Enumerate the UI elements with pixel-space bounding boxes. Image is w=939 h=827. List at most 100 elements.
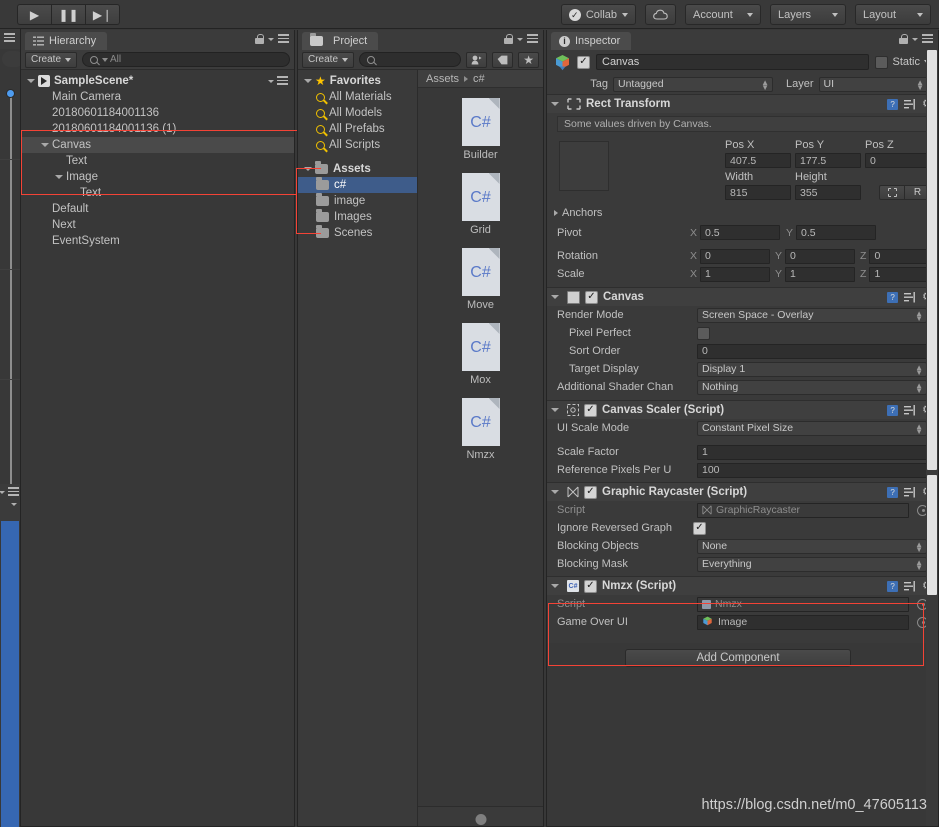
favorite-item[interactable]: All Models [298,105,417,121]
favorite-item[interactable]: All Materials [298,89,417,105]
asset-item[interactable]: C# Nmzx [418,398,543,461]
lock-icon[interactable] [899,34,908,45]
inspector-tab-icons[interactable] [899,34,933,45]
pixel-perfect-checkbox[interactable] [697,326,710,340]
chevron-down-icon[interactable] [551,295,559,299]
canvas-enabled-checkbox[interactable]: ✓ [585,290,598,304]
layout-button[interactable]: Layout [855,4,931,25]
pivot-x-field[interactable]: 0.5 [700,225,781,240]
help-icon[interactable]: ? [887,580,899,592]
lock-icon[interactable] [255,34,264,45]
help-icon[interactable]: ? [887,404,899,416]
slider-handle-top[interactable] [6,89,15,98]
hierarchy-item[interactable]: EventSystem [21,233,294,249]
asset-item[interactable]: C# Builder [418,98,543,161]
assets-root[interactable]: Assets [298,161,417,177]
tab-inspector[interactable]: i Inspector [551,32,632,50]
hierarchy-item[interactable]: Next [21,217,294,233]
left-strip-tab-icons[interactable] [0,33,15,44]
chevron-down-icon[interactable] [551,102,559,106]
asset-item[interactable]: C# Grid [418,173,543,236]
chevron-down-icon[interactable] [551,584,559,588]
hierarchy-item[interactable]: Main Camera [21,89,294,105]
chevron-down-icon[interactable] [27,79,35,83]
asset-item[interactable]: C# Move [418,248,543,311]
width-field[interactable]: 815 [725,185,791,200]
component-header[interactable]: ✓ Canvas Scaler (Script) ? ⚙ [547,401,938,419]
layers-button[interactable]: Layers [770,4,846,25]
hierarchy-item[interactable]: Canvas [21,137,294,153]
breadcrumb-current[interactable]: c# [473,73,485,85]
script-object-field[interactable]: GraphicRaycaster [697,502,909,518]
gameobject-name-field[interactable]: Canvas [596,54,870,70]
sort-order-field[interactable]: 0 [697,343,927,359]
anchor-preset-box[interactable] [559,141,609,191]
hierarchy-create-button[interactable]: Create [25,51,78,68]
preset-icon[interactable] [904,580,916,592]
tag-dropdown[interactable]: Untagged ▲ ▼ [613,76,773,92]
component-header[interactable]: ✓ Graphic Raycaster (Script) ? ⚙ [547,483,938,501]
hierarchy-scene-root[interactable]: SampleScene* [21,73,294,89]
hierarchy-item[interactable]: 20180601184001136 (1) [21,121,294,137]
component-header[interactable]: C# ✓ Nmzx (Script) ? ⚙ [547,577,938,595]
scale-y-field[interactable]: 1 [785,266,856,282]
graphic-raycaster-enabled-checkbox[interactable]: ✓ [584,485,597,499]
favorites-filter-button[interactable]: ★ [518,51,539,68]
chevron-down-icon[interactable] [55,175,63,179]
blocking-mask-dropdown[interactable]: Everything ▲ ▼ [697,556,927,572]
account-button[interactable]: Account [685,4,761,25]
shader-channels-dropdown[interactable]: Nothing ▲ ▼ [697,379,927,395]
help-icon[interactable]: ? [887,98,899,110]
gameobject-enabled-checkbox[interactable]: ✓ [577,55,590,69]
chevron-down-icon[interactable] [304,79,312,83]
add-component-button[interactable]: Add Component [625,649,851,667]
favorites-root[interactable]: ★ Favorites [298,73,417,89]
scrollbar-thumb-lower[interactable] [927,475,937,595]
hierarchy-item[interactable]: Text [21,185,294,201]
preset-icon[interactable] [904,404,916,416]
component-header[interactable]: Rect Transform ? ⚙ [547,95,938,113]
preset-icon[interactable] [904,98,916,110]
scrollbar-thumb[interactable] [927,50,937,470]
posx-field[interactable]: 407.5 [725,153,791,168]
project-folder-item[interactable]: Scenes [298,225,417,241]
help-icon[interactable]: ? [887,486,899,498]
hierarchy-item[interactable]: 20180601184001136 [21,105,294,121]
preset-icon[interactable] [904,486,916,498]
preset-icon[interactable] [904,291,916,303]
static-toggle-group[interactable]: Static [875,55,930,69]
pause-button[interactable]: ❚❚ [51,4,86,25]
rotation-x-field[interactable]: 0 [700,248,771,264]
breadcrumb-assets[interactable]: Assets [426,73,459,85]
left-strip-slider[interactable] [6,89,15,517]
ui-scale-mode-dropdown[interactable]: Constant Pixel Size ▲ ▼ [697,420,927,436]
target-display-dropdown[interactable]: Display 1 ▲ ▼ [697,361,927,377]
search-by-label-button[interactable] [492,51,514,68]
posy-field[interactable]: 177.5 [795,153,861,168]
hierarchy-item[interactable]: Default [21,201,294,217]
tab-project[interactable]: Project [302,32,379,50]
play-button[interactable]: ▶ [17,4,52,25]
project-folder-item[interactable]: image [298,193,417,209]
chevron-right-icon[interactable] [554,210,558,216]
hierarchy-tab-icons[interactable] [255,34,289,45]
static-checkbox[interactable] [875,55,889,69]
canvas-scaler-enabled-checkbox[interactable]: ✓ [584,403,597,417]
blueprint-mode-button[interactable] [879,185,905,200]
lock-icon[interactable] [504,34,513,45]
collab-button[interactable]: ✓ Collab [560,4,636,25]
project-folder-item[interactable]: Images [298,209,417,225]
favorite-item[interactable]: All Prefabs [298,121,417,137]
component-header[interactable]: ✓ Canvas ? ⚙ [547,288,938,306]
help-icon[interactable]: ? [887,291,899,303]
ignore-reversed-checkbox[interactable]: ✓ [693,521,706,535]
nmzx-enabled-checkbox[interactable]: ✓ [584,579,597,593]
game-over-ui-field[interactable]: Image [697,614,909,630]
blocking-objects-dropdown[interactable]: None ▲ ▼ [697,538,927,554]
chevron-down-icon[interactable] [551,490,559,494]
script-object-field[interactable]: Nmzx [697,596,909,612]
hierarchy-item[interactable]: Text [21,153,294,169]
project-tab-icons[interactable] [504,34,538,45]
search-by-type-button[interactable] [466,51,488,68]
slider-handle[interactable] [475,814,486,825]
